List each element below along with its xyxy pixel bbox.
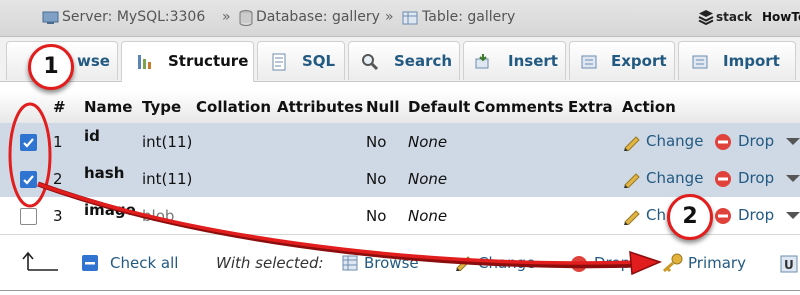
drop-label: Drop (738, 169, 775, 187)
table-icon (402, 10, 418, 29)
export-icon (580, 53, 598, 75)
svg-text:U: U (784, 258, 794, 272)
drop-label: Drop (738, 132, 775, 150)
change-label: Ch (646, 206, 666, 224)
tab-bar: wse Structure SQL Search Insert Export I… (0, 37, 800, 82)
table-row: 1 id int(11) No None Change Drop (0, 123, 800, 161)
bulk-change-button[interactable]: Change (478, 254, 535, 272)
with-selected-label: With selected: (216, 254, 324, 272)
pencil-icon (622, 133, 642, 155)
tab-search[interactable]: Search (348, 41, 460, 80)
browse-icon (342, 255, 358, 275)
change-label: Change (646, 169, 704, 187)
row-number: 3 (53, 207, 63, 225)
bulk-browse-button[interactable]: Browse (364, 254, 419, 272)
stack-icon (698, 10, 714, 25)
column-name: id (84, 127, 100, 145)
breadcrumb-separator: » (222, 9, 231, 25)
tab-insert[interactable]: Insert (463, 41, 566, 80)
column-default: None (408, 207, 448, 225)
tab-label: Structure (168, 52, 249, 70)
column-header-number[interactable]: # (53, 98, 66, 116)
drop-icon (570, 255, 588, 277)
row-number: 1 (53, 133, 63, 151)
column-type: blob (142, 207, 175, 225)
more-actions-icon[interactable] (786, 175, 800, 182)
breadcrumb-database[interactable]: Database: gallery (256, 9, 380, 25)
check-all-icon (82, 255, 98, 275)
tab-label: SQL (302, 52, 336, 70)
column-default: None (408, 133, 448, 151)
database-icon (239, 10, 253, 30)
tab-label: Search (394, 52, 453, 70)
unique-icon: U (780, 255, 798, 277)
server-icon (42, 10, 60, 29)
insert-icon (474, 53, 492, 75)
divider (0, 290, 800, 291)
column-header-collation[interactable]: Collation (196, 98, 271, 116)
select-arrow-icon (22, 250, 60, 276)
sql-icon (270, 53, 288, 75)
step-1-badge: 1 (28, 44, 74, 90)
pencil-icon (454, 253, 474, 275)
breadcrumb: Server: MySQL:3306 » Database: gallery »… (0, 0, 800, 37)
column-header-attributes[interactable]: Attributes (277, 98, 363, 116)
column-header-name[interactable]: Name (84, 98, 132, 116)
column-header-extra[interactable]: Extra (568, 98, 613, 116)
column-header-type[interactable]: Type (142, 98, 181, 116)
column-header-default[interactable]: Default (408, 98, 470, 116)
row-checkbox[interactable] (20, 208, 37, 225)
structure-icon (136, 53, 154, 75)
tab-import[interactable]: Import (678, 41, 796, 80)
tab-label: wse (77, 52, 110, 70)
drop-icon (714, 170, 732, 192)
row-checkbox[interactable] (20, 134, 37, 151)
search-icon (361, 53, 379, 75)
breadcrumb-table[interactable]: Table: gallery (422, 9, 515, 25)
more-actions-icon[interactable] (786, 138, 800, 145)
pencil-icon (622, 170, 642, 192)
tab-label: Insert (508, 52, 558, 70)
tab-export[interactable]: Export (569, 41, 675, 80)
column-null: No (366, 133, 387, 151)
check-all-link[interactable]: Check all (110, 254, 178, 272)
column-default: None (408, 170, 448, 188)
breadcrumb-server[interactable]: Server: MySQL:3306 (62, 9, 205, 25)
row-checkbox[interactable] (20, 171, 37, 188)
column-name: image (84, 201, 136, 219)
drop-icon (714, 207, 732, 229)
key-icon (662, 253, 684, 277)
brand-part1: stack (716, 10, 753, 24)
change-label: Change (646, 132, 704, 150)
more-actions-icon[interactable] (786, 212, 800, 219)
column-header-action: Action (622, 98, 676, 116)
column-name: hash (84, 164, 125, 182)
column-header-comments[interactable]: Comments (474, 98, 564, 116)
table-row: 2 hash int(11) No None Change Drop (0, 160, 800, 198)
column-null: No (366, 207, 387, 225)
tab-label: Export (611, 52, 667, 70)
import-icon (691, 53, 709, 75)
pencil-icon (622, 207, 642, 229)
bulk-primary-button[interactable]: Primary (688, 254, 746, 272)
row-number: 2 (53, 170, 63, 188)
drop-icon (714, 133, 732, 155)
tab-sql[interactable]: SQL (257, 41, 345, 80)
table-header: # Name Type Collation Attributes Null De… (0, 91, 800, 124)
column-null: No (366, 170, 387, 188)
step-2-badge: 2 (667, 194, 713, 240)
brand-part2: HowTo (762, 10, 800, 24)
column-header-null[interactable]: Null (366, 98, 400, 116)
drop-label: Drop (738, 206, 775, 224)
bulk-actions-bar: Check all With selected: Browse Change D… (0, 240, 800, 285)
column-type: int(11) (142, 133, 193, 151)
column-type: int(11) (142, 170, 193, 188)
tab-label: Import (723, 52, 780, 70)
breadcrumb-separator: » (385, 9, 394, 25)
tab-structure[interactable]: Structure (121, 41, 254, 82)
bulk-drop-button[interactable]: Drop (594, 254, 630, 272)
